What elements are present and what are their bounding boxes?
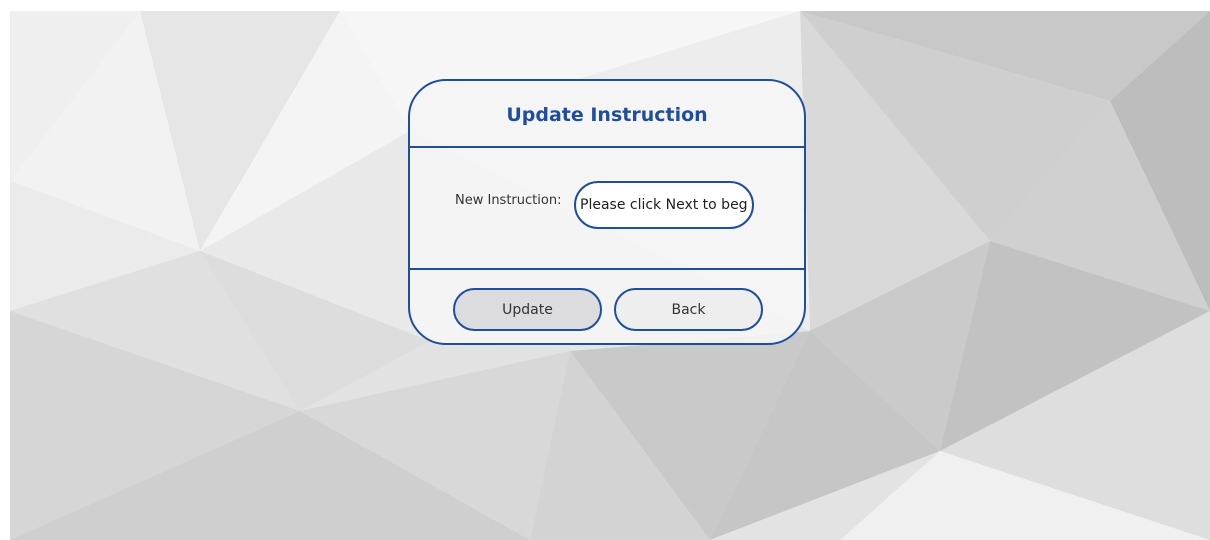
dialog-header: Update Instruction [410,81,804,148]
dialog-title: Update Instruction [506,103,708,126]
update-instruction-dialog: Update Instruction New Instruction: Upda… [408,79,806,345]
dialog-body: New Instruction: [410,148,804,270]
new-instruction-input[interactable] [574,181,754,229]
new-instruction-label: New Instruction: [455,193,562,208]
dialog-footer: Update Back [410,270,804,343]
app-background: Update Instruction New Instruction: Upda… [10,11,1210,540]
back-button[interactable]: Back [614,288,763,331]
update-button[interactable]: Update [453,288,602,331]
